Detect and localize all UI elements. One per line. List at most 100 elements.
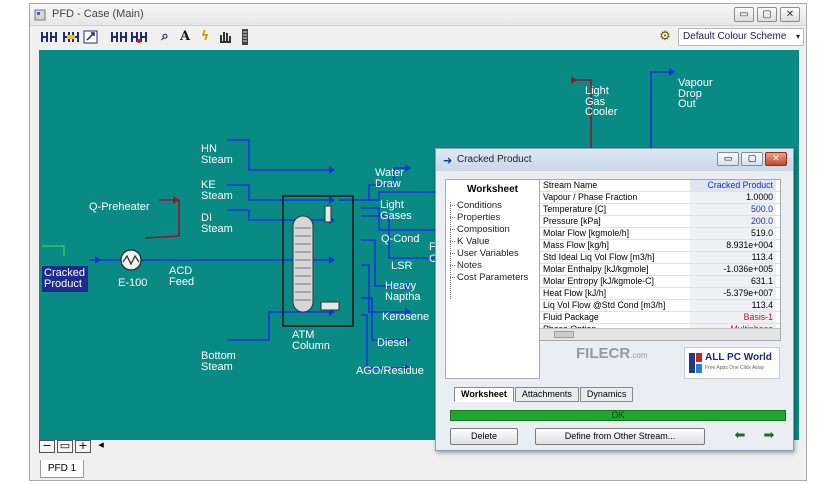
bottom-steam-label[interactable]: Bottom Steam — [201, 351, 236, 373]
cracked-product-stream-label[interactable]: Cracked Product — [42, 266, 88, 292]
row-value[interactable]: 8.931e+004 — [690, 240, 776, 251]
table-row: Vapour / Phase Fraction 1.0000 — [540, 192, 780, 204]
lightning-icon[interactable]: ϟ — [196, 28, 214, 46]
water-draw-label[interactable]: Water Draw — [375, 168, 404, 190]
energy-q-preheater[interactable] — [144, 199, 180, 239]
dialog-minimize-button[interactable]: ▭ — [717, 152, 739, 166]
q-cond-label[interactable]: Q-Cond — [381, 234, 420, 245]
vapour-drop-out-label[interactable]: Vapour Drop Out — [678, 78, 713, 110]
atm-column-icon[interactable] — [282, 195, 354, 327]
nav-item-notes[interactable]: Notes — [450, 260, 482, 271]
e100-label[interactable]: E-100 — [118, 278, 147, 289]
dialog-close-button[interactable]: ✕ — [765, 152, 787, 166]
tab-worksheet[interactable]: Worksheet — [454, 387, 514, 402]
nav-item-conditions[interactable]: Conditions — [450, 200, 502, 211]
stream-hn-steam[interactable] — [227, 139, 329, 171]
tab-attachments[interactable]: Attachments — [514, 387, 579, 402]
column-icon[interactable] — [236, 28, 254, 46]
window-title: PFD - Case (Main) — [52, 8, 144, 20]
chevron-down-icon[interactable]: ▾ — [796, 29, 800, 45]
table-row: Std Ideal Liq Vol Flow [m3/h] 113.4 — [540, 252, 780, 264]
row-label: Heat Flow [kJ/h] — [543, 288, 607, 298]
zoom-out-button[interactable]: − — [39, 440, 55, 453]
tab-pfd-1[interactable]: PFD 1 — [40, 460, 84, 478]
diesel-label[interactable]: Diesel — [377, 338, 408, 349]
text-icon[interactable]: A — [176, 28, 194, 46]
feed-selection-marker — [42, 245, 65, 256]
row-value[interactable]: -5.379e+007 — [690, 288, 776, 299]
zoom-icon[interactable]: ⌕ — [156, 28, 174, 46]
row-value[interactable]: 631.1 — [690, 276, 776, 287]
minimize-button[interactable]: ▭ — [734, 7, 754, 22]
table-row: Mass Flow [kg/h] 8.931e+004 — [540, 240, 780, 252]
row-label: Vapour / Phase Fraction — [543, 192, 638, 202]
maximize-button[interactable]: ▢ — [757, 7, 777, 22]
nav-item-properties[interactable]: Properties — [449, 212, 500, 223]
define-from-other-stream-button[interactable]: Define from Other Stream... — [535, 428, 705, 445]
table-row: Heat Flow [kJ/h] -5.379e+007 — [540, 288, 780, 300]
nav-item-user-variables[interactable]: User Variables — [450, 248, 519, 259]
hn-steam-label[interactable]: HN Steam — [201, 144, 233, 166]
colour-scheme-select[interactable]: Default Colour Scheme ▾ — [678, 28, 804, 46]
delete-button[interactable]: Delete — [450, 428, 518, 445]
row-value[interactable]: 519.0 — [690, 228, 776, 239]
atm-column-label[interactable]: ATM Column — [292, 330, 330, 352]
hand-icon[interactable] — [216, 28, 234, 46]
zoom-in-button[interactable]: + — [75, 440, 91, 453]
nav-item-cost-parameters[interactable]: Cost Parameters — [449, 272, 528, 283]
row-value[interactable]: -1.036e+005 — [690, 264, 776, 275]
stream-arrow-icon: ➜ — [443, 154, 453, 167]
table-row: Molar Enthalpy [kJ/kgmole] -1.036e+005 — [540, 264, 780, 276]
row-value[interactable]: Basis-1 — [690, 312, 776, 323]
stream-property-dialog: ➜ Cracked Product ▭ ▢ ✕ Worksheet Condit… — [435, 148, 794, 451]
status-bar: OK — [450, 410, 786, 421]
title-bar[interactable]: PFD - Case (Main) ▭ ▢ ✕ — [30, 4, 806, 26]
dialog-title-bar[interactable]: ➜ Cracked Product ▭ ▢ ✕ — [436, 149, 793, 171]
stream-di-steam[interactable] — [227, 209, 329, 221]
allpcworld-watermark: ALL PC World Free Apps One Click Away — [684, 347, 780, 379]
next-arrow-icon[interactable]: ➡ — [760, 428, 778, 444]
row-value[interactable]: 113.4 — [690, 252, 776, 263]
row-label: Std Ideal Liq Vol Flow [m3/h] — [543, 252, 655, 262]
attach-icon[interactable] — [40, 28, 58, 46]
dialog-tabs: Worksheet Attachments Dynamics — [454, 387, 634, 402]
stream-name-value[interactable]: Cracked Product — [690, 180, 776, 191]
ago-residue-label[interactable]: AGO/Residue — [356, 366, 424, 377]
scroll-thumb[interactable] — [554, 331, 574, 338]
dialog-maximize-button[interactable]: ▢ — [741, 152, 763, 166]
worksheet-nav-header: Worksheet — [467, 184, 518, 195]
q-preheater-label[interactable]: Q-Preheater — [89, 202, 150, 213]
palette-icon[interactable]: ⚙ — [656, 28, 674, 46]
lsr-label[interactable]: LSR — [391, 261, 412, 272]
filecr-watermark-text: FILECR — [576, 345, 631, 362]
swap-icon[interactable] — [82, 28, 100, 46]
row-value[interactable]: 200.0 — [690, 216, 776, 227]
acd-feed-label[interactable]: ACD Feed — [169, 266, 194, 288]
row-value[interactable]: 500.0 — [690, 204, 776, 215]
merge-icon[interactable] — [130, 28, 148, 46]
heater-e100-icon[interactable] — [120, 249, 142, 271]
light-gas-cooler-label[interactable]: Light Gas Cooler — [585, 86, 617, 118]
ke-steam-label[interactable]: KE Steam — [201, 180, 233, 202]
break-icon[interactable] — [110, 28, 128, 46]
stream-vapour-drop-out[interactable] — [650, 71, 669, 158]
detach-icon[interactable] — [62, 28, 80, 46]
row-value[interactable]: 1.0000 — [690, 192, 776, 203]
stream-ke-steam[interactable] — [227, 184, 329, 201]
zoom-fit-button[interactable]: ▭ — [57, 440, 73, 453]
allpcworld-watermark-text: ALL PC World — [705, 352, 772, 363]
row-value[interactable]: 113.4 — [690, 300, 776, 311]
close-button[interactable]: ✕ — [780, 7, 800, 22]
horizontal-scrollbar[interactable] — [540, 328, 780, 340]
nav-item-composition[interactable]: Composition — [450, 224, 510, 235]
nav-item-k-value[interactable]: K Value — [450, 236, 490, 247]
table-row: Fluid Package Basis-1 — [540, 312, 780, 324]
light-gases-label[interactable]: Light Gases — [380, 200, 412, 222]
tab-dynamics[interactable]: Dynamics — [579, 387, 634, 402]
di-steam-label[interactable]: DI Steam — [201, 213, 233, 235]
allpcworld-logo-icon — [689, 353, 702, 373]
heavy-naptha-label[interactable]: Heavy Naptha — [385, 281, 420, 303]
kerosene-label[interactable]: Kerosene — [382, 312, 429, 323]
scroll-left-icon[interactable]: ◂ — [93, 439, 109, 453]
previous-arrow-icon[interactable]: ⬅ — [731, 428, 749, 444]
